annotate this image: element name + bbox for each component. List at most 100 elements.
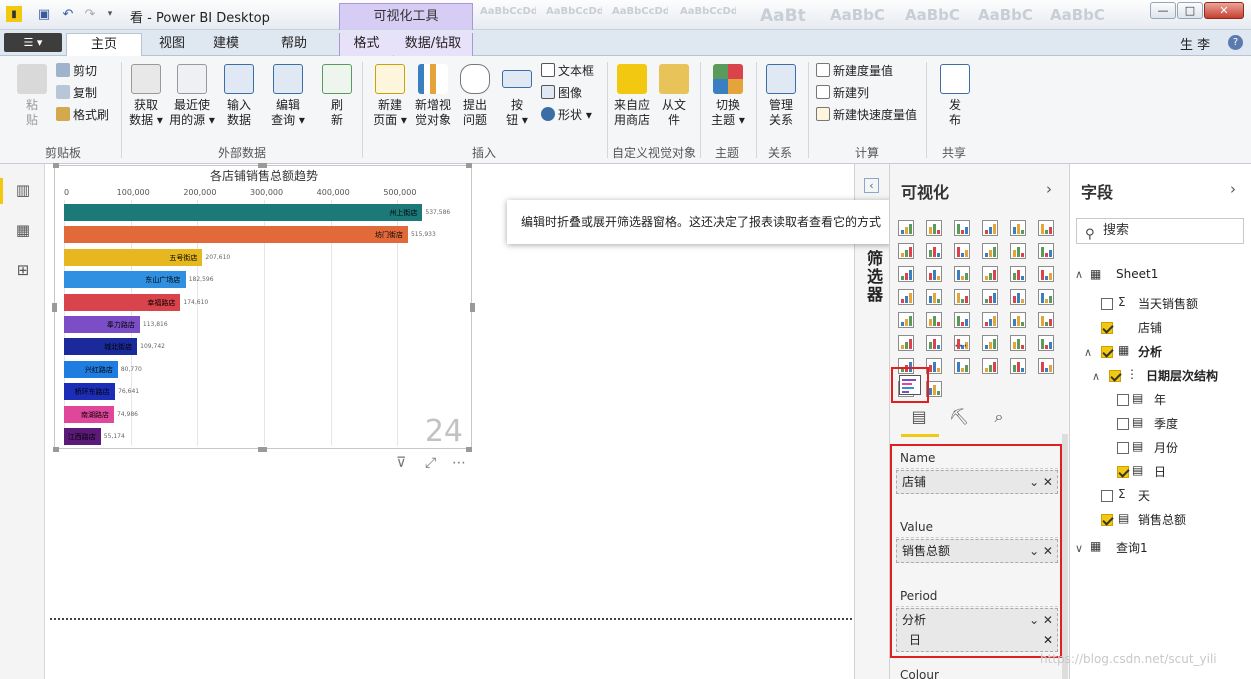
pane-scrollbar[interactable] [1062, 434, 1068, 679]
paste-button[interactable]: 粘 贴 [14, 64, 50, 128]
cut-button[interactable]: 剪切 [56, 62, 97, 80]
minimize-button[interactable]: — [1150, 2, 1176, 19]
bar[interactable] [64, 204, 423, 221]
expand-icon[interactable]: ∨ [1075, 542, 1083, 555]
collapse-icon[interactable]: ∧ [1075, 268, 1083, 281]
more-options-icon[interactable]: ⋯ [452, 455, 466, 471]
field-month[interactable]: 月份 [1154, 438, 1178, 458]
publish-button[interactable]: 发 布 [936, 64, 974, 128]
close-window-button[interactable]: ✕ [1204, 2, 1244, 19]
visual-type-icon[interactable] [926, 220, 942, 236]
visual-type-icon[interactable] [1038, 289, 1054, 305]
resize-handle[interactable] [470, 303, 475, 312]
analytics-magnifier-icon[interactable]: ⌕ [988, 407, 1010, 429]
field-date-hierarchy[interactable]: 日期层次结构 [1146, 366, 1218, 386]
well-subfield-day[interactable]: 日 [909, 629, 921, 651]
resize-handle[interactable] [258, 163, 267, 168]
visual-type-icon[interactable] [1010, 220, 1026, 236]
visual-type-icon[interactable] [982, 335, 998, 351]
resize-handle[interactable] [466, 163, 472, 168]
visual-type-icon[interactable] [1010, 289, 1026, 305]
visual-type-icon[interactable] [1010, 312, 1026, 328]
collapse-icon[interactable]: ∧ [1084, 346, 1092, 359]
tab-home[interactable]: 主页 [66, 33, 142, 56]
field-checkbox[interactable] [1117, 394, 1129, 406]
field-checkbox-checked[interactable] [1101, 514, 1113, 526]
switch-theme-button[interactable]: 切换 主题 ▾ [708, 64, 748, 128]
visual-type-icon[interactable] [1038, 358, 1054, 374]
visual-type-icon[interactable] [954, 243, 970, 259]
visual-type-icon[interactable] [926, 312, 942, 328]
well-field-value[interactable]: 销售总额 ⌄ ✕ [896, 539, 1058, 563]
bar[interactable] [64, 226, 408, 244]
visual-type-icon[interactable] [1010, 335, 1026, 351]
help-icon[interactable]: ? [1228, 35, 1243, 50]
field-checkbox-checked[interactable] [1101, 346, 1113, 358]
visual-type-icon[interactable] [926, 335, 942, 351]
field-actions-icon[interactable]: ⌄ ✕ [1029, 471, 1053, 493]
ask-question-button[interactable]: 提出 问题 [456, 64, 494, 128]
chevron-right-icon[interactable]: › [1046, 180, 1052, 198]
field-checkbox[interactable] [1101, 298, 1113, 310]
visual-type-icon[interactable] [1038, 266, 1054, 282]
field-daily-sales[interactable]: 当天销售额 [1138, 294, 1198, 314]
visual-type-icon[interactable] [926, 266, 942, 282]
field-checkbox[interactable] [1117, 442, 1129, 454]
image-button[interactable]: 图像 [541, 84, 582, 102]
buttons-button[interactable]: 按 钮 ▾ [500, 64, 534, 128]
field-checkbox-checked[interactable] [1101, 322, 1113, 334]
tab-help[interactable]: 帮助 [270, 33, 318, 56]
undo-icon[interactable]: ↶ [60, 6, 76, 22]
fields-search-input[interactable]: ⚲ 搜索 [1076, 218, 1244, 244]
visual-type-icon[interactable] [898, 220, 914, 236]
field-year[interactable]: 年 [1154, 390, 1166, 410]
visual-type-icon[interactable] [954, 220, 970, 236]
enter-data-button[interactable]: 输入 数据 [220, 64, 258, 128]
field-table-query1[interactable]: 查询1 [1116, 538, 1148, 558]
resize-handle[interactable] [53, 447, 59, 452]
field-table-sheet1[interactable]: Sheet1 [1116, 264, 1158, 284]
visual-type-icon[interactable] [1038, 243, 1054, 259]
copy-button[interactable]: 复制 [56, 84, 97, 102]
from-store-button[interactable]: 来自应 用商店 [612, 64, 652, 128]
fields-tab-icon[interactable]: ▤ [908, 407, 930, 429]
visual-type-icon[interactable] [898, 266, 914, 282]
field-store[interactable]: 店铺 [1138, 318, 1162, 338]
field-days[interactable]: 天 [1138, 486, 1150, 506]
field-day[interactable]: 日 [1154, 462, 1166, 482]
field-actions-icon[interactable]: ⌄ ✕ [1029, 540, 1053, 562]
field-checkbox-checked[interactable] [1109, 370, 1121, 382]
field-actions-icon[interactable]: ⌄ ✕ [1029, 609, 1053, 631]
chevron-left-icon[interactable]: ‹ [864, 178, 879, 193]
field-table-analysis[interactable]: 分析 [1138, 342, 1162, 362]
visual-type-icon[interactable] [954, 266, 970, 282]
data-view-icon[interactable]: ▦ [14, 222, 32, 238]
bar-chart-race-visual[interactable]: 各店铺销售总额趋势 0 100,000 200,000 300,000 400,000 5… [54, 165, 472, 449]
resize-handle[interactable] [52, 303, 57, 312]
visual-type-icon[interactable] [954, 289, 970, 305]
model-view-icon[interactable]: ⊞ [14, 262, 32, 278]
focus-mode-icon[interactable]: ⤢ [425, 455, 436, 471]
filter-icon[interactable]: ⊽ [396, 455, 406, 471]
paint-roller-icon[interactable]: ⛏ [948, 407, 970, 429]
quick-measure-button[interactable]: 新建快速度量值 [816, 106, 917, 124]
resize-handle[interactable] [466, 447, 472, 452]
filters-label[interactable]: 筛选器 [861, 250, 885, 304]
new-column-button[interactable]: 新建列 [816, 84, 869, 102]
shapes-button[interactable]: 形状 ▾ [541, 106, 592, 124]
new-page-button[interactable]: 新建 页面 ▾ [370, 64, 410, 128]
well-field-name[interactable]: 店铺 ⌄ ✕ [896, 470, 1058, 494]
user-name[interactable]: 生 李 [1180, 34, 1210, 53]
visual-type-icon[interactable] [982, 243, 998, 259]
visual-type-icon[interactable] [982, 358, 998, 374]
visual-type-icon[interactable] [982, 266, 998, 282]
file-menu-button[interactable]: ☰ ▾ [4, 33, 62, 52]
visual-type-icon[interactable] [982, 220, 998, 236]
redo-icon[interactable]: ↷ [82, 6, 98, 22]
save-icon[interactable]: ▣ [36, 6, 52, 22]
tab-view[interactable]: 视图 [148, 33, 196, 56]
visual-type-icon[interactable] [1010, 266, 1026, 282]
visual-type-icon[interactable] [898, 289, 914, 305]
field-checkbox[interactable] [1117, 418, 1129, 430]
field-checkbox[interactable] [1101, 490, 1113, 502]
